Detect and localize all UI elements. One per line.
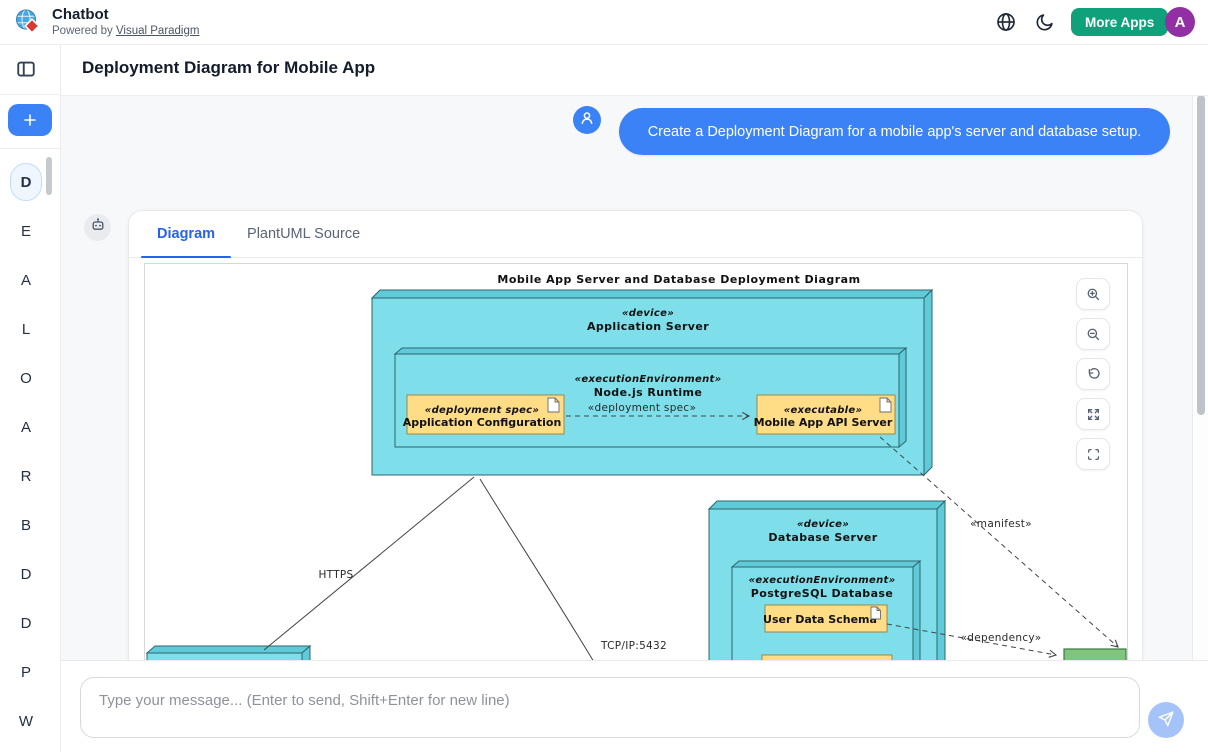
sidebar-divider: [0, 148, 60, 149]
app-header: Chatbot Powered by Visual Paradigm More …: [0, 0, 1208, 45]
user-avatar[interactable]: A: [1165, 7, 1195, 37]
db-server-name: Database Server: [768, 531, 877, 544]
artifact-page-icon: [548, 398, 559, 412]
app-config-stereotype: «deployment spec»: [425, 405, 539, 416]
message-composer: [61, 660, 1208, 752]
chat-scrollbar-thumb[interactable]: [1197, 95, 1205, 415]
paper-plane-icon: [1157, 710, 1175, 731]
sidebar-chat-item[interactable]: A: [10, 261, 42, 299]
zoom-out-icon: [1086, 327, 1101, 342]
chat-scrollbar-track: [1192, 95, 1208, 660]
diagram-zoom-controls: [1076, 278, 1110, 470]
tcp-edge: [480, 479, 597, 660]
artifact-page-icon: [880, 398, 891, 412]
sidebar: DEALOARBDDPWH: [0, 44, 61, 752]
fullscreen-icon: [1086, 447, 1101, 462]
sidebar-toggle-button[interactable]: [16, 59, 36, 79]
new-chat-button[interactable]: [8, 104, 52, 136]
sidebar-chat-item[interactable]: W: [10, 702, 42, 740]
sidebar-chat-item[interactable]: D: [10, 604, 42, 642]
dark-mode-moon-icon[interactable]: [1035, 12, 1055, 32]
manifest-label: «manifest»: [970, 518, 1032, 530]
visual-paradigm-logo-icon: [13, 7, 43, 37]
postgres-stereotype: «executionEnvironment»: [749, 575, 896, 586]
zoom-out-button[interactable]: [1076, 318, 1110, 350]
https-edge: [264, 477, 474, 650]
tab-diagram[interactable]: Diagram: [141, 211, 231, 257]
user-message-bubble: Create a Deployment Diagram for a mobile…: [619, 108, 1170, 155]
artifact-page-icon: [871, 607, 881, 619]
api-server-artifact: «executable» Mobile App API Server: [754, 395, 895, 434]
sidebar-chat-item[interactable]: D: [10, 163, 42, 201]
app-config-artifact: «deployment spec» Application Configurat…: [403, 395, 564, 434]
mobile-device-node: [147, 646, 310, 660]
reset-view-button[interactable]: [1076, 358, 1110, 390]
app-server-name: Application Server: [587, 320, 709, 333]
diagram-title: Mobile App Server and Database Deploymen…: [497, 273, 860, 286]
more-apps-button[interactable]: More Apps: [1071, 8, 1168, 36]
tab-bar: Diagram PlantUML Source: [129, 211, 1142, 258]
dependency-label: «dependency»: [961, 632, 1042, 644]
api-server-stereotype: «executable»: [784, 405, 863, 416]
response-card: Diagram PlantUML Source Mobile App Serve…: [128, 210, 1143, 660]
tab-plantuml-source[interactable]: PlantUML Source: [231, 211, 376, 257]
message-input[interactable]: [80, 677, 1140, 738]
language-globe-icon[interactable]: [996, 12, 1016, 32]
sidebar-chat-item[interactable]: B: [10, 506, 42, 544]
sidebar-chat-item[interactable]: E: [10, 212, 42, 250]
green-artifact-node: [1064, 649, 1126, 660]
sidebar-chat-item[interactable]: P: [10, 653, 42, 691]
powered-by-text: Powered by Visual Paradigm: [52, 25, 199, 37]
app-server-stereotype: «device»: [622, 308, 674, 319]
user-message-avatar: [573, 106, 601, 134]
sidebar-chat-item[interactable]: A: [10, 408, 42, 446]
powered-by-link[interactable]: Visual Paradigm: [116, 25, 200, 37]
db-server-stereotype: «device»: [797, 519, 849, 530]
sidebar-chat-item[interactable]: O: [10, 359, 42, 397]
person-icon: [579, 110, 595, 131]
zoom-in-button[interactable]: [1076, 278, 1110, 310]
deployment-spec-label: «deployment spec»: [588, 402, 696, 414]
bot-avatar: [84, 214, 111, 241]
conversation-title-bar: Deployment Diagram for Mobile App: [60, 44, 1208, 96]
expand-button[interactable]: [1076, 398, 1110, 430]
chatbot-app: Chatbot Powered by Visual Paradigm More …: [0, 0, 1208, 752]
nodejs-name: Node.js Runtime: [594, 386, 703, 399]
powered-by-prefix: Powered by: [52, 25, 113, 37]
robot-icon: [90, 217, 106, 238]
sidebar-chat-item[interactable]: L: [10, 310, 42, 348]
fullscreen-button[interactable]: [1076, 438, 1110, 470]
app-title: Chatbot: [52, 6, 109, 23]
user-schema-name: User Data Schema: [763, 613, 877, 626]
user-schema-artifact: User Data Schema: [763, 605, 887, 632]
rotate-ccw-icon: [1086, 367, 1101, 382]
arrows-out-icon: [1086, 407, 1101, 422]
api-server-name: Mobile App API Server: [754, 416, 893, 429]
https-label: HTTPS: [318, 569, 353, 581]
postgres-name: PostgreSQL Database: [751, 587, 893, 600]
sidebar-divider: [0, 94, 60, 95]
nodejs-stereotype: «executionEnvironment»: [575, 374, 722, 385]
chat-viewport: Create a Deployment Diagram for a mobile…: [61, 95, 1192, 660]
app-config-name: Application Configuration: [403, 416, 562, 429]
chat-history-list: DEALOARBDDPWH: [0, 163, 52, 752]
page-title: Deployment Diagram for Mobile App: [82, 58, 375, 78]
sidebar-chat-item[interactable]: R: [10, 457, 42, 495]
sidebar-scrollbar-thumb[interactable]: [46, 157, 52, 195]
diagram-canvas[interactable]: Mobile App Server and Database Deploymen…: [144, 263, 1128, 660]
tcp-label: TCP/IP:5432: [600, 640, 667, 652]
sidebar-chat-item[interactable]: D: [10, 555, 42, 593]
zoom-in-icon: [1086, 287, 1101, 302]
deployment-diagram: Mobile App Server and Database Deploymen…: [145, 264, 1127, 660]
send-button[interactable]: [1148, 702, 1184, 738]
